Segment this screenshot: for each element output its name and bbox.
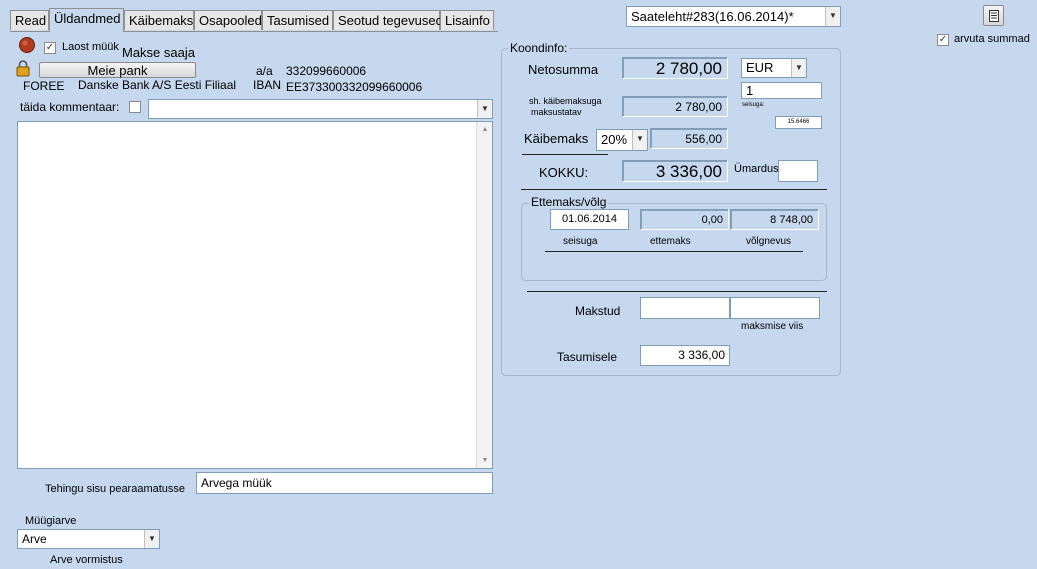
vat-rate-select[interactable]: 20% ▼ bbox=[596, 129, 648, 151]
prepayment-value: 0,00 bbox=[640, 209, 729, 230]
iban-label: IBAN bbox=[253, 78, 282, 92]
chevron-down-icon[interactable]: ▼ bbox=[825, 7, 840, 26]
tab-read[interactable]: Read bbox=[10, 10, 49, 30]
paid-label: Makstud bbox=[575, 304, 621, 318]
payment-method-label: maksmise viis bbox=[741, 321, 804, 332]
document-list-icon bbox=[988, 10, 999, 22]
tab-kaibemaks[interactable]: Käibemaks bbox=[124, 10, 194, 30]
debt-label: võlgnevus bbox=[746, 236, 792, 247]
account-number: 332099660006 bbox=[286, 64, 367, 78]
chevron-down-icon[interactable]: ▼ bbox=[632, 130, 647, 150]
tab-uldandmed[interactable]: Üldandmed bbox=[49, 8, 124, 32]
prepayment-date-input[interactable]: 01.06.2014 bbox=[550, 209, 629, 230]
iban-value: EE373300332099660006 bbox=[286, 80, 423, 94]
vat-label: Käibemaks bbox=[524, 131, 589, 146]
divider bbox=[522, 154, 608, 155]
chevron-down-icon[interactable]: ▼ bbox=[477, 100, 492, 118]
vat-base-label-1: sh. käibemaksuga bbox=[529, 96, 602, 106]
comment-select[interactable]: ▼ bbox=[148, 99, 493, 119]
rate-date-label: seisuga: bbox=[742, 102, 765, 108]
tab-osapooled[interactable]: Osapooled bbox=[194, 10, 262, 30]
exchange-rate-input[interactable]: 1 bbox=[741, 82, 822, 99]
rate-date-input[interactable]: 15.6466 bbox=[775, 116, 822, 129]
comment-label: täida kommentaar: bbox=[20, 100, 120, 114]
divider bbox=[527, 291, 827, 292]
paid-input[interactable] bbox=[640, 297, 730, 319]
sales-invoice-select[interactable]: Arve ▼ bbox=[17, 529, 160, 549]
tab-seotud-tegevused[interactable]: Seotud tegevused bbox=[333, 10, 443, 30]
currency-value: EUR bbox=[746, 60, 774, 75]
document-select-value: Saateleht#283(16.06.2014)* bbox=[631, 9, 794, 24]
comment-scrollbar[interactable]: ▲ ▼ bbox=[476, 122, 492, 468]
transaction-label: Tehingu sisu pearaamatusse bbox=[45, 483, 186, 495]
total-value: 3 336,00 bbox=[622, 160, 728, 182]
document-menu-button[interactable] bbox=[983, 5, 1004, 26]
total-label: KOKKU: bbox=[539, 165, 589, 180]
net-value: 2 780,00 bbox=[622, 57, 728, 79]
tab-tasumised[interactable]: Tasumised bbox=[262, 10, 333, 30]
divider bbox=[545, 251, 803, 252]
rounding-label: Ümardus bbox=[734, 163, 779, 175]
document-select[interactable]: Saateleht#283(16.06.2014)* ▼ bbox=[626, 6, 841, 27]
currency-select[interactable]: EUR ▼ bbox=[741, 58, 807, 78]
rounding-input[interactable] bbox=[778, 160, 818, 182]
company-code: FOREE bbox=[23, 79, 65, 93]
warehouse-sale-label: Laost müük bbox=[62, 41, 119, 53]
vat-rate-value: 20% bbox=[601, 132, 628, 147]
bank-name: Danske Bank A/S Eesti Filiaal bbox=[78, 78, 237, 92]
lock-icon bbox=[16, 60, 30, 77]
tab-lisainfo[interactable]: Lisainfo bbox=[440, 10, 494, 30]
to-pay-label: Tasumisele bbox=[557, 350, 618, 364]
vat-base-label-2: maksustatav bbox=[531, 107, 582, 117]
summary-title: Koondinfo: bbox=[508, 41, 570, 55]
vat-base-value: 2 780,00 bbox=[622, 96, 728, 117]
recalc-label: arvuta summad bbox=[954, 33, 1030, 45]
sales-invoice-value: Arve bbox=[22, 532, 47, 546]
prepayment-date-label: seisuga bbox=[563, 236, 598, 247]
vat-value: 556,00 bbox=[650, 128, 728, 149]
account-label: a/a bbox=[256, 64, 273, 78]
comment-checkbox[interactable] bbox=[129, 101, 141, 113]
transaction-input[interactable]: Arvega müük bbox=[196, 472, 493, 494]
payment-method-input[interactable] bbox=[730, 297, 820, 319]
chevron-down-icon[interactable]: ▼ bbox=[791, 59, 806, 77]
payee-label: Makse saaja bbox=[122, 45, 195, 60]
divider bbox=[521, 189, 827, 190]
prepayment-title: Ettemaks/võlg bbox=[529, 195, 609, 209]
warehouse-sale-checkbox[interactable]: ✓ bbox=[44, 42, 56, 54]
prepayment-label: ettemaks bbox=[650, 236, 691, 247]
sales-invoice-label: Müügiarve bbox=[25, 515, 77, 527]
to-pay-input[interactable]: 3 336,00 bbox=[640, 345, 730, 366]
chevron-down-icon[interactable]: ▼ bbox=[144, 530, 159, 548]
recalc-checkbox[interactable]: ✓ bbox=[937, 34, 949, 46]
status-circle-icon bbox=[19, 37, 35, 53]
bank-button[interactable]: Meie pank bbox=[39, 62, 196, 78]
scroll-up-icon[interactable]: ▲ bbox=[477, 126, 493, 133]
invoice-format-label: Arve vormistus bbox=[50, 554, 123, 566]
net-label: Netosumma bbox=[528, 62, 599, 77]
comment-textarea[interactable]: ▲ ▼ bbox=[17, 121, 493, 469]
debt-value: 8 748,00 bbox=[730, 209, 819, 230]
scroll-down-icon[interactable]: ▼ bbox=[477, 457, 493, 464]
